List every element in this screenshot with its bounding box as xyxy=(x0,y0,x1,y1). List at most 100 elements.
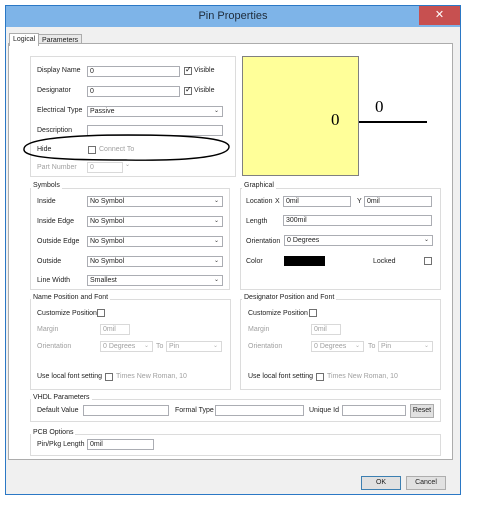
display-name-label: Display Name xyxy=(37,67,81,74)
outside-symbol-value: No Symbol xyxy=(90,258,125,265)
designator-visible-label: Visible xyxy=(194,87,215,94)
pin-pkg-length-label: Pin/Pkg Length xyxy=(37,441,85,448)
pin-preview-body xyxy=(242,56,359,176)
line-width-select[interactable]: Smallest ⌄ xyxy=(87,275,223,286)
tab-logical[interactable]: Logical xyxy=(9,33,40,46)
name-to-value: Pin xyxy=(169,343,180,350)
line-width-value: Smallest xyxy=(90,277,117,284)
electrical-type-label: Electrical Type xyxy=(37,107,83,114)
unique-id-label: Unique Id xyxy=(309,407,339,414)
designator-customize-position-checkbox[interactable] xyxy=(309,309,317,317)
inside-label: Inside xyxy=(37,198,56,205)
display-name-visible-label: Visible xyxy=(194,67,215,74)
inside-symbol-select[interactable]: No Symbol ⌄ xyxy=(87,196,223,207)
display-name-input[interactable]: 0 xyxy=(87,66,180,77)
designator-margin-label: Margin xyxy=(248,326,270,333)
inside-edge-symbol-select[interactable]: No Symbol ⌄ xyxy=(87,216,223,227)
display-name-visible-checkbox[interactable] xyxy=(184,65,192,75)
location-y-input[interactable]: 0mil xyxy=(364,196,432,207)
color-label: Color xyxy=(246,258,263,265)
symbols-title: Symbols xyxy=(31,182,62,189)
designator-position-font-title: Designator Position and Font xyxy=(242,294,337,301)
electrical-type-value: Passive xyxy=(90,108,115,115)
length-label: Length xyxy=(246,218,268,225)
orientation-value: 0 Degrees xyxy=(287,237,320,244)
window-title: Pin Properties xyxy=(198,10,268,22)
locked-checkbox[interactable] xyxy=(424,257,432,265)
pin-preview-line xyxy=(359,121,427,123)
annotation-ellipse xyxy=(23,134,230,161)
outside-edge-label: Outside Edge xyxy=(37,238,80,245)
graphical-title: Graphical xyxy=(242,182,276,189)
name-orientation-label: Orientation xyxy=(37,343,72,350)
unique-id-input[interactable] xyxy=(342,405,406,416)
inside-edge-label: Inside Edge xyxy=(37,218,74,225)
outside-label: Outside xyxy=(37,258,62,265)
color-swatch[interactable] xyxy=(284,256,325,266)
designator-to-label: To xyxy=(368,343,376,350)
name-customize-position-label: Customize Position xyxy=(37,310,97,317)
name-position-font-title: Name Position and Font xyxy=(31,294,111,301)
pin-preview-name: 0 xyxy=(331,110,340,129)
name-to-select[interactable]: Pin ⌄ xyxy=(166,341,222,352)
orientation-label: Orientation xyxy=(246,238,281,245)
chevron-down-icon: ⌄ xyxy=(143,343,149,349)
chevron-down-icon: ⌄ xyxy=(212,343,218,349)
designator-orientation-select[interactable]: 0 Degrees ⌄ xyxy=(311,341,364,352)
line-width-label: Line Width xyxy=(37,277,71,284)
ok-button[interactable]: OK xyxy=(361,476,401,490)
outside-symbol-select[interactable]: No Symbol ⌄ xyxy=(87,256,223,267)
name-orientation-value: 0 Degrees xyxy=(103,343,136,350)
title-bar[interactable]: Pin Properties ✕ xyxy=(6,6,460,27)
designator-margin-input[interactable]: 0mil xyxy=(311,324,341,335)
name-local-font-checkbox[interactable] xyxy=(105,373,113,381)
name-customize-position-checkbox[interactable] xyxy=(97,309,105,317)
name-font-value: Times New Roman, 10 xyxy=(116,373,187,380)
chevron-down-icon: ⌄ xyxy=(213,198,219,204)
inside-edge-symbol-value: No Symbol xyxy=(90,218,125,225)
name-local-font-label: Use local font setting xyxy=(37,373,102,380)
location-x-label: X xyxy=(275,198,280,205)
designator-to-select[interactable]: Pin ⌄ xyxy=(378,341,433,352)
outside-edge-symbol-value: No Symbol xyxy=(90,238,125,245)
default-value-label: Default Value xyxy=(37,407,79,414)
name-orientation-select[interactable]: 0 Degrees ⌄ xyxy=(100,341,153,352)
vhdl-parameters-title: VHDL Parameters xyxy=(31,394,92,401)
chevron-down-icon: ⌄ xyxy=(213,258,219,264)
designator-visible-checkbox[interactable] xyxy=(184,85,192,95)
designator-orientation-label: Orientation xyxy=(248,343,283,350)
pcb-options-title: PCB Options xyxy=(31,429,76,436)
part-number-label: Part Number xyxy=(37,164,77,171)
inside-symbol-value: No Symbol xyxy=(90,198,125,205)
designator-to-value: Pin xyxy=(381,343,392,350)
chevron-down-icon: ⌄ xyxy=(213,108,219,114)
designator-local-font-checkbox[interactable] xyxy=(316,373,324,381)
chevron-down-icon: ⌄ xyxy=(423,343,429,349)
close-button[interactable]: ✕ xyxy=(419,6,460,25)
chevron-down-icon: ⌄ xyxy=(213,238,219,244)
designator-font-value: Times New Roman, 10 xyxy=(327,373,398,380)
designator-orientation-value: 0 Degrees xyxy=(314,343,347,350)
name-to-label: To xyxy=(156,343,164,350)
designator-customize-position-label: Customize Position xyxy=(248,310,308,317)
formal-type-label: Formal Type xyxy=(175,407,214,414)
default-value-input[interactable] xyxy=(83,405,169,416)
reset-button[interactable]: Reset xyxy=(410,404,434,418)
location-label: Location xyxy=(246,198,273,205)
orientation-select[interactable]: 0 Degrees ⌄ xyxy=(284,235,433,246)
pin-preview-designator: 0 xyxy=(375,97,384,116)
chevron-down-icon: ⌄ xyxy=(354,343,360,349)
chevron-down-icon: ⌄ xyxy=(213,277,219,283)
electrical-type-select[interactable]: Passive ⌄ xyxy=(87,106,223,117)
length-input[interactable]: 300mil xyxy=(283,215,432,226)
annotation-ellipse-stroke xyxy=(23,134,230,161)
designator-input[interactable]: 0 xyxy=(87,86,180,97)
pin-pkg-length-input[interactable]: 0mil xyxy=(87,439,154,450)
location-x-input[interactable]: 0mil xyxy=(283,196,351,207)
outside-edge-symbol-select[interactable]: No Symbol ⌄ xyxy=(87,236,223,247)
name-margin-label: Margin xyxy=(37,326,59,333)
formal-type-input[interactable] xyxy=(215,405,304,416)
name-margin-input[interactable]: 0mil xyxy=(100,324,130,335)
chevron-down-icon: ⌄ xyxy=(423,237,429,243)
cancel-button[interactable]: Cancel xyxy=(406,476,446,490)
